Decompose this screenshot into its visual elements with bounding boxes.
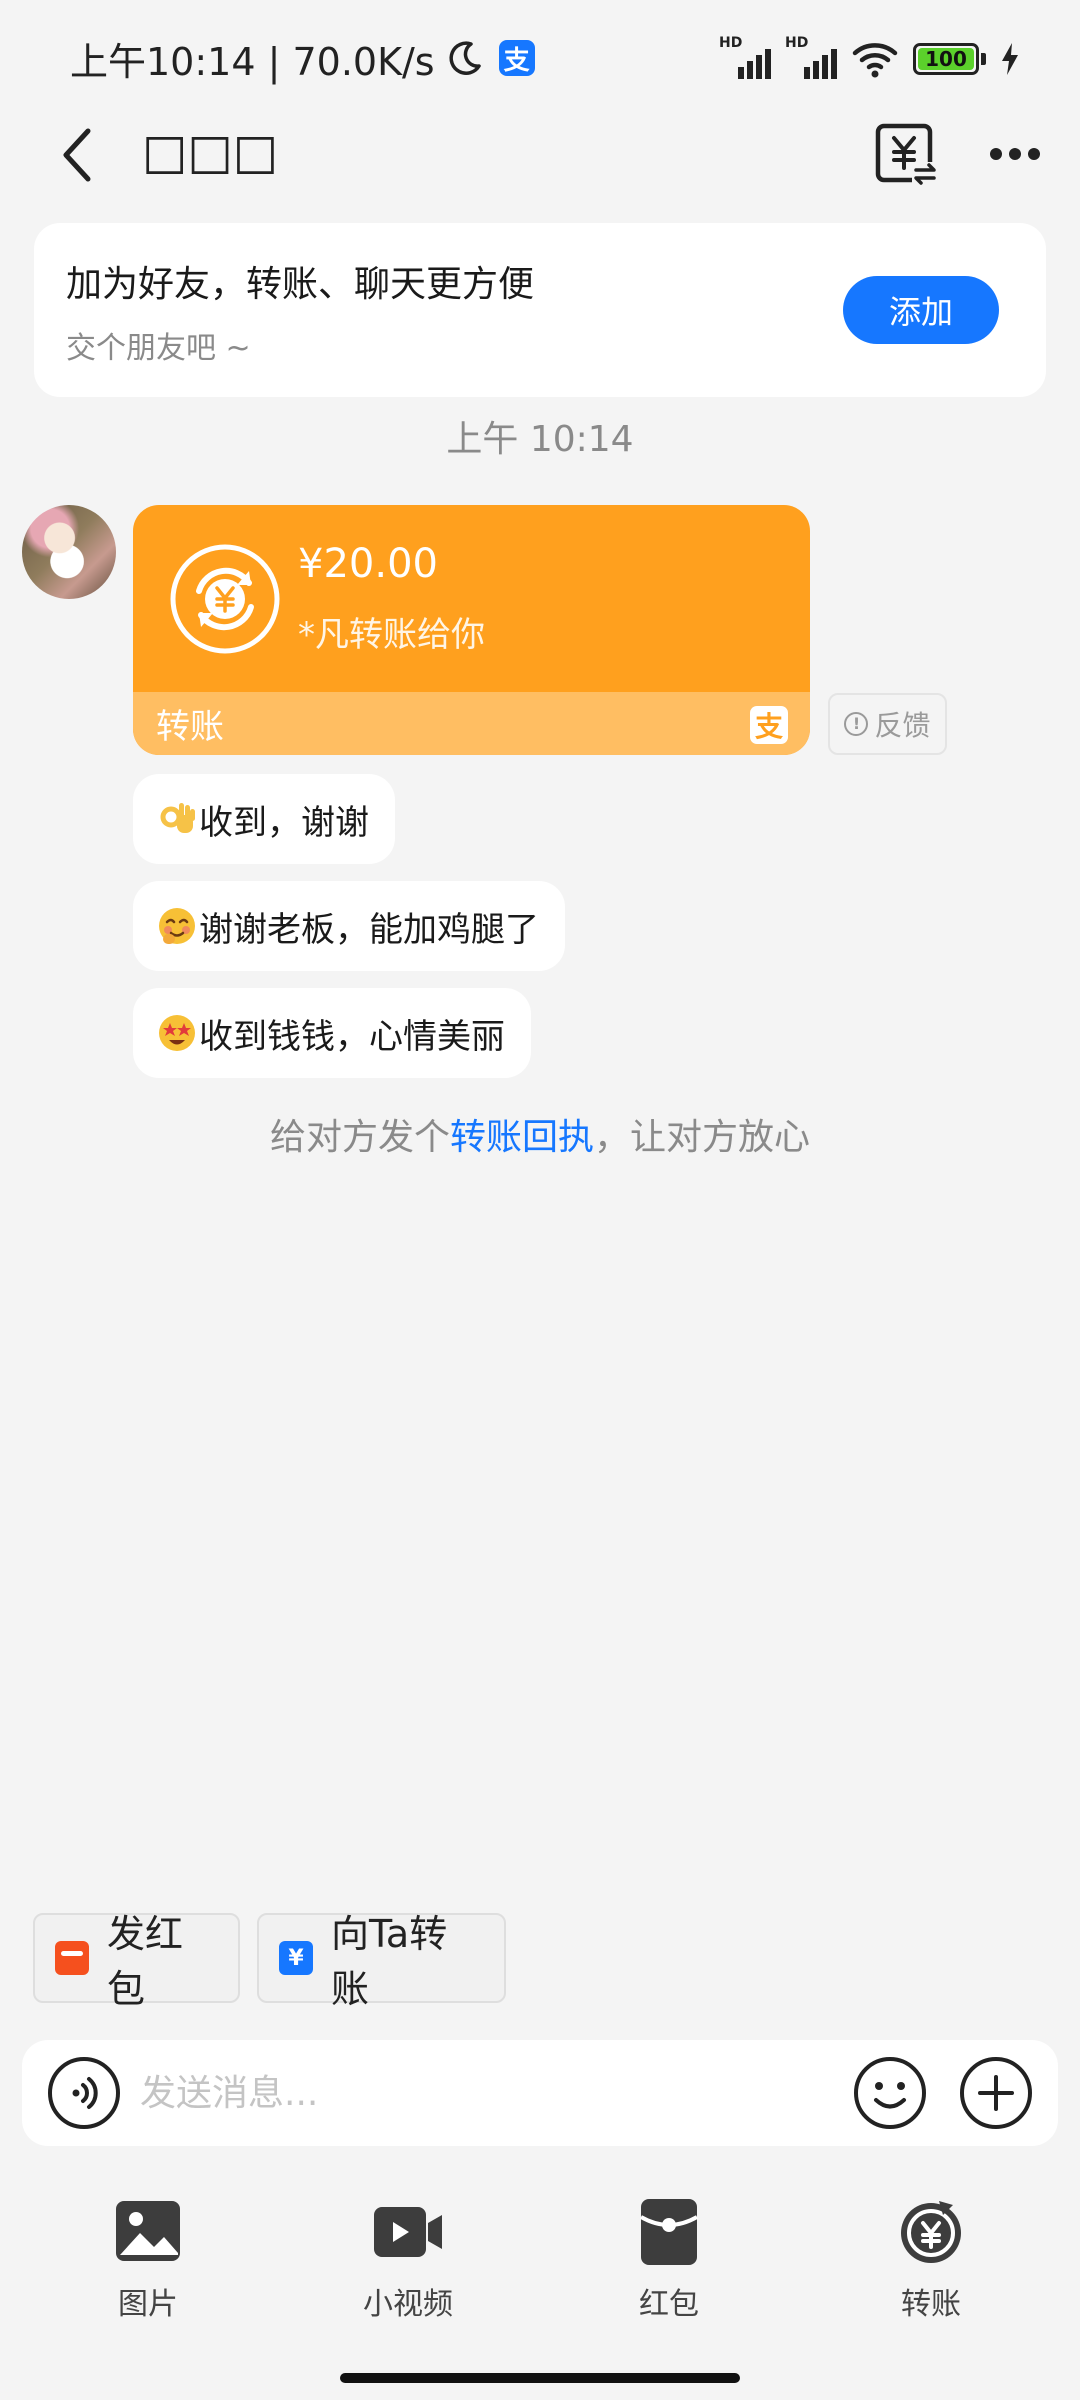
wifi-icon: [852, 43, 898, 78]
feedback-label: 反馈: [874, 709, 931, 742]
message-text: 收到钱钱，心情美丽: [199, 1016, 505, 1057]
battery-icon: 100: [913, 43, 979, 75]
tool-label: 转账: [901, 2287, 961, 2322]
chat-title: □□□: [142, 124, 279, 180]
transfer-icon: [901, 2201, 961, 2263]
tool-label: 图片: [118, 2287, 178, 2322]
transfer-amount: ¥20.00: [298, 541, 438, 587]
send-red-packet-label: 发红包: [107, 1912, 184, 2011]
receipt-hint-suffix: ，让对方放心: [594, 1117, 811, 1158]
tool-label: 小视频: [363, 2287, 453, 2322]
message-input[interactable]: [140, 2058, 840, 2128]
tool-transfer[interactable]: 转账: [851, 2195, 1011, 2325]
signal-icon: HD: [785, 35, 837, 79]
battery-cap: [981, 53, 986, 65]
tool-video[interactable]: 小视频: [328, 2195, 488, 2325]
video-icon: [374, 2207, 442, 2257]
blushing-face-icon: [159, 908, 195, 944]
signal-icon: HD: [719, 35, 771, 79]
message-bubble[interactable]: 收到，谢谢: [133, 774, 395, 864]
send-red-packet-button[interactable]: 发红包: [33, 1912, 240, 2011]
transfer-to-ta-label: 向Ta转账: [331, 1912, 448, 2011]
tool-image[interactable]: 图片: [68, 2195, 228, 2325]
transfer-yuan-icon: [170, 544, 280, 654]
tool-label: 红包: [639, 2287, 699, 2322]
add-friend-title: 加为好友，转账、聊天更方便: [66, 264, 535, 305]
message-input-bar: [22, 2040, 1058, 2146]
transfer-footer-label: 转账: [156, 707, 224, 747]
feedback-button[interactable]: ! 反馈: [828, 693, 947, 755]
chat-timestamp: 上午 10:14: [446, 419, 634, 460]
status-bar: 上午10:14 | 70.0K/s 支 HD HD 100: [0, 0, 1080, 120]
moon-icon: [449, 41, 481, 75]
receipt-hint-prefix: 给对方发个: [269, 1117, 450, 1158]
back-button[interactable]: [36, 120, 116, 190]
message-text: 收到，谢谢: [199, 802, 369, 843]
message-bubble[interactable]: 收到钱钱，心情美丽: [133, 988, 531, 1078]
transfer-card[interactable]: ¥20.00 *凡转账给你 转账 支: [133, 505, 810, 755]
voice-input-button[interactable]: [46, 2055, 122, 2131]
ok-hand-icon: [160, 803, 195, 833]
transfer-footer: 转账 支: [133, 692, 810, 755]
transfer-receipt-link[interactable]: 转账回执: [450, 1117, 594, 1158]
battery-level: 100: [925, 47, 967, 71]
transfer-ticket-icon: ¥: [279, 1941, 313, 1975]
red-packet-icon: [640, 2199, 698, 2265]
avatar[interactable]: [22, 505, 116, 599]
more-tools-button[interactable]: [958, 2055, 1034, 2131]
tool-red-packet[interactable]: 红包: [589, 2195, 749, 2325]
star-struck-face-icon: [159, 1015, 195, 1051]
chevron-left-icon: [63, 128, 91, 182]
status-time-speed: 上午10:14 | 70.0K/s: [70, 39, 435, 84]
info-icon: !: [844, 712, 869, 736]
add-friend-button[interactable]: 添加: [843, 276, 999, 344]
emoji-button[interactable]: [852, 2055, 928, 2131]
status-right: HD HD 100: [719, 34, 1020, 84]
status-left: 上午10:14 | 70.0K/s 支: [70, 30, 535, 86]
home-indicator[interactable]: [340, 2373, 740, 2383]
transfer-description: *凡转账给你: [298, 615, 485, 655]
more-options-button[interactable]: [980, 134, 1050, 174]
transfer-to-ta-button[interactable]: ¥ 向Ta转账: [257, 1912, 506, 2011]
image-icon: [116, 2201, 180, 2261]
charging-bolt-icon: [1002, 43, 1018, 75]
receipt-hint: 给对方发个转账回执，让对方放心: [0, 1108, 1080, 1160]
alipay-notification-icon: 支: [498, 40, 535, 76]
message-text: 谢谢老板，能加鸡腿了: [199, 909, 539, 950]
red-packet-icon: [55, 1941, 89, 1975]
transfer-record-button[interactable]: [872, 120, 942, 190]
message-bubble[interactable]: 谢谢老板，能加鸡腿了: [133, 881, 565, 971]
add-friend-card: 加为好友，转账、聊天更方便 交个朋友吧 ~ 添加: [34, 223, 1046, 397]
alipay-logo-icon: 支: [750, 706, 788, 744]
add-friend-subtitle: 交个朋友吧 ~: [66, 331, 251, 366]
